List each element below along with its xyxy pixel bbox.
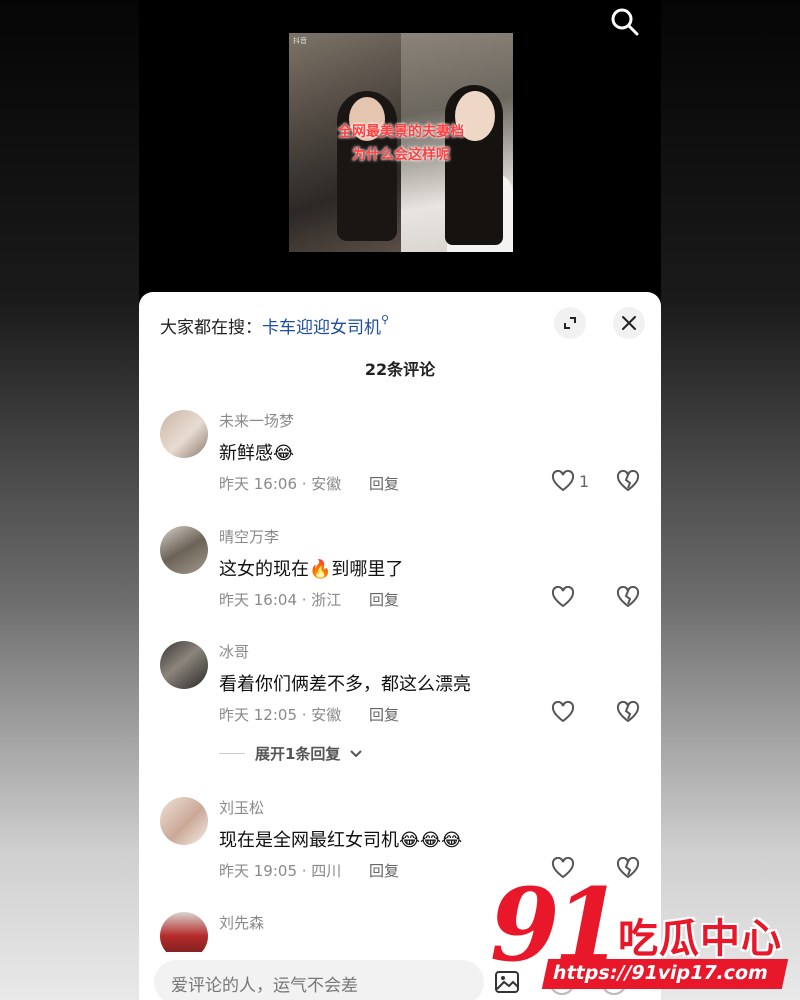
broken-heart-icon	[616, 700, 640, 723]
comment-text: 现在是全网最红女司机😂😂😂	[219, 830, 463, 851]
dislike-button[interactable]	[616, 469, 640, 496]
comment-username[interactable]: 刘玉松	[219, 797, 264, 818]
reply-button[interactable]: 回复	[369, 589, 399, 610]
dislike-button[interactable]	[616, 585, 640, 612]
site-watermark: 91 吃瓜中心 https://91vip17.com	[490, 866, 800, 1000]
avatar[interactable]	[160, 912, 208, 952]
comment-text: 看着你们俩差不多，都这么漂亮	[219, 674, 471, 695]
comment-input[interactable]: 爱评论的人，运气不会差	[154, 960, 484, 1000]
reply-button[interactable]: 回复	[369, 860, 399, 881]
thumbnail-caption: 为什么会这样呢	[352, 147, 450, 163]
close-icon	[622, 316, 636, 330]
expand-button[interactable]	[554, 307, 586, 339]
like-button[interactable]: 1	[551, 470, 589, 492]
comment-text: 这女的现在🔥到哪里了	[219, 559, 404, 580]
thumbnail-caption: 全网最美景的夫妻档	[338, 124, 464, 140]
avatar[interactable]	[160, 526, 208, 574]
watermark-url: https://91vip17.com	[541, 959, 789, 989]
divider	[219, 753, 245, 754]
comment-username[interactable]: 冰哥	[219, 641, 249, 662]
comment-time-location: 昨天 19:05 · 四川	[219, 862, 342, 880]
avatar[interactable]	[160, 797, 208, 845]
mini-search-icon: ⚲	[381, 313, 390, 326]
comment-username[interactable]: 未来一场梦	[219, 410, 294, 431]
heart-icon	[551, 586, 575, 608]
reply-button[interactable]: 回复	[369, 704, 399, 725]
avatar[interactable]	[160, 410, 208, 458]
search-icon[interactable]	[609, 6, 641, 38]
like-count: 1	[579, 471, 590, 491]
hot-search-prefix: 大家都在搜：	[160, 318, 262, 338]
hot-search-link[interactable]: 卡车迎迎女司机	[262, 318, 381, 338]
comment-item: 未来一场梦 新鲜感😂 昨天 16:06 · 安徽 回复 1	[139, 410, 661, 520]
comment-time-location: 昨天 16:04 · 浙江	[219, 591, 342, 609]
expand-replies-button[interactable]: 展开1条回复	[219, 743, 363, 764]
comment-time-location: 昨天 12:05 · 安徽	[219, 706, 342, 724]
comment-username[interactable]: 刘先森	[219, 912, 264, 933]
comment-item: 晴空万李 这女的现在🔥到哪里了 昨天 16:04 · 浙江 回复	[139, 526, 661, 636]
comment-text: 新鲜感😂	[219, 443, 295, 464]
like-button[interactable]	[551, 701, 579, 723]
comment-item: 冰哥 看着你们俩差不多，都这么漂亮 昨天 12:05 · 安徽 回复 展开1条回…	[139, 641, 661, 781]
reply-button[interactable]: 回复	[369, 473, 399, 494]
phone-screen: 抖音 全网最美景的夫妻档 为什么会这样呢 大家都在搜：卡车迎迎女司机⚲ 22条评…	[139, 0, 661, 1000]
expand-icon	[564, 317, 576, 329]
heart-icon	[551, 701, 575, 723]
comment-count: 22条评论	[364, 360, 436, 379]
comment-username[interactable]: 晴空万李	[219, 526, 279, 547]
expand-replies-label: 展开1条回复	[255, 745, 341, 763]
broken-heart-icon	[616, 469, 640, 492]
avatar[interactable]	[160, 641, 208, 689]
heart-icon	[551, 470, 575, 492]
comment-time-location: 昨天 16:06 · 安徽	[219, 475, 342, 493]
watermark-logo-text: 吃瓜中心	[618, 916, 782, 962]
hot-search-bar: 大家都在搜：卡车迎迎女司机⚲	[160, 313, 389, 338]
close-button[interactable]	[613, 307, 645, 339]
dislike-button[interactable]	[616, 700, 640, 727]
chevron-down-icon	[350, 749, 363, 757]
like-button[interactable]	[551, 586, 579, 608]
video-thumbnail[interactable]: 抖音 全网最美景的夫妻档 为什么会这样呢	[289, 33, 513, 252]
video-player[interactable]: 抖音 全网最美景的夫妻档 为什么会这样呢	[139, 0, 661, 300]
broken-heart-icon	[616, 585, 640, 608]
thumbnail-watermark: 抖音	[293, 37, 307, 45]
